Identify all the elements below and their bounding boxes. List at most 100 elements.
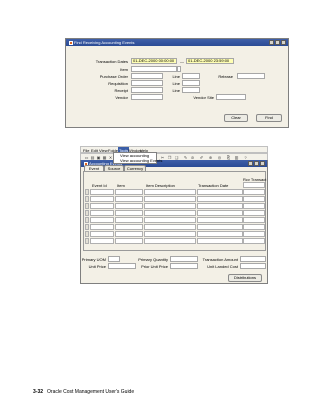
- item-field[interactable]: [131, 66, 177, 72]
- requisition-line-field[interactable]: [182, 80, 200, 86]
- transaction-date-from-field[interactable]: 01-DEC-2000 00:00:00: [131, 58, 177, 64]
- minimize-icon[interactable]: [248, 161, 253, 166]
- table-cell[interactable]: [90, 224, 114, 230]
- find-button[interactable]: Find: [256, 114, 282, 122]
- table-cell[interactable]: [115, 189, 143, 195]
- table-cell[interactable]: [115, 238, 143, 244]
- table-cell[interactable]: [197, 203, 243, 209]
- release-field[interactable]: [237, 73, 265, 79]
- vendor-label: Vendor: [115, 95, 128, 100]
- row-selector[interactable]: [85, 203, 89, 209]
- unit-landed-cost-field[interactable]: [240, 263, 266, 269]
- table-cell[interactable]: [144, 217, 196, 223]
- menu-view-accounting-events[interactable]: View accounting Events: [120, 158, 162, 163]
- table-cell[interactable]: [115, 203, 143, 209]
- row-selector[interactable]: [85, 231, 89, 237]
- po-line-field[interactable]: [182, 73, 200, 79]
- purchase-order-field[interactable]: [131, 73, 163, 79]
- window-titlebar[interactable]: Find Receiving Accounting Events: [66, 39, 288, 46]
- table-cell[interactable]: [115, 231, 143, 237]
- table-cell[interactable]: [144, 238, 196, 244]
- table-cell[interactable]: [90, 203, 114, 209]
- requisition-line-label: Line: [172, 81, 180, 86]
- minimize-icon[interactable]: [269, 40, 274, 45]
- table-cell[interactable]: [115, 210, 143, 216]
- table-cell[interactable]: [144, 203, 196, 209]
- table-cell[interactable]: [243, 196, 265, 202]
- table-cell[interactable]: [243, 224, 265, 230]
- table-cell[interactable]: [90, 189, 114, 195]
- receipt-label: Receipt: [114, 88, 128, 93]
- maximize-icon[interactable]: [275, 40, 280, 45]
- item-field-ext[interactable]: [177, 66, 181, 72]
- close-icon[interactable]: [281, 40, 286, 45]
- row-selector[interactable]: [85, 217, 89, 223]
- table-cell[interactable]: [243, 231, 265, 237]
- table-cell[interactable]: [197, 224, 243, 230]
- row-selector[interactable]: [85, 196, 89, 202]
- transaction-dates-label: Transaction Dates: [95, 59, 128, 64]
- close-icon[interactable]: [260, 161, 265, 166]
- table-cell[interactable]: [144, 224, 196, 230]
- transaction-amount-field[interactable]: [240, 256, 266, 262]
- table-cell[interactable]: [144, 210, 196, 216]
- table-cell[interactable]: [197, 210, 243, 216]
- row-selector[interactable]: [85, 189, 89, 195]
- table-cell[interactable]: [197, 217, 243, 223]
- prior-unit-price-field[interactable]: [170, 263, 198, 269]
- table-cell[interactable]: [115, 196, 143, 202]
- primary-uom-field[interactable]: [108, 256, 120, 262]
- table-cell[interactable]: [243, 203, 265, 209]
- window2-controls: [248, 161, 265, 166]
- unit-price-field[interactable]: [108, 263, 136, 269]
- menu-bar: File Edit View Folder Tools Window Help: [80, 146, 268, 154]
- unit-price-label: Unit Price: [88, 264, 106, 269]
- table-cell[interactable]: [144, 189, 196, 195]
- vendor-field[interactable]: [131, 94, 163, 100]
- table-cell[interactable]: [115, 217, 143, 223]
- window-title: Find Receiving Accounting Events: [74, 40, 135, 45]
- release-label: Release: [218, 74, 233, 79]
- table-cell[interactable]: [115, 224, 143, 230]
- vendor-site-field[interactable]: [216, 94, 246, 100]
- row-selector[interactable]: [85, 210, 89, 216]
- receipt-line-label: Line: [172, 88, 180, 93]
- col-header-item-description: Item Description: [146, 183, 175, 188]
- table-cell[interactable]: [90, 196, 114, 202]
- distributions-button[interactable]: Distributions: [228, 274, 262, 282]
- window-controls: [269, 40, 286, 45]
- receipt-field[interactable]: [131, 87, 163, 93]
- table-cell[interactable]: [243, 189, 265, 195]
- table-cell[interactable]: [243, 210, 265, 216]
- row-selector[interactable]: [85, 238, 89, 244]
- table-cell[interactable]: [197, 238, 243, 244]
- table-cell[interactable]: [243, 217, 265, 223]
- date-range-dash: —: [180, 59, 184, 64]
- requisition-label: Requisition: [108, 81, 128, 86]
- table-cell[interactable]: [144, 196, 196, 202]
- clear-button[interactable]: Clear: [224, 114, 248, 122]
- table-cell[interactable]: [90, 231, 114, 237]
- table-cell[interactable]: [144, 231, 196, 237]
- receipt-line-field[interactable]: [182, 87, 200, 93]
- po-line-label: Line: [172, 74, 180, 79]
- row-selector[interactable]: [85, 224, 89, 230]
- tools-dropdown-menu: View accounting View accounting Events: [113, 152, 162, 164]
- table-cell[interactable]: [90, 217, 114, 223]
- rcv-transact-field-top[interactable]: [243, 182, 265, 188]
- maximize-icon[interactable]: [254, 161, 259, 166]
- col-header-event-id: Event Id: [92, 183, 107, 188]
- requisition-field[interactable]: [131, 80, 163, 86]
- transaction-date-to-field[interactable]: 01-DEC-2000 23:59:00: [186, 58, 234, 64]
- col-header-transaction-date: Transaction Date: [198, 183, 229, 188]
- table-cell[interactable]: [197, 189, 243, 195]
- table-cell[interactable]: [197, 196, 243, 202]
- primary-quantity-label: Primary Quantity: [138, 257, 168, 262]
- col-header-item: Item: [117, 183, 125, 188]
- primary-quantity-field[interactable]: [170, 256, 198, 262]
- table-cell[interactable]: [90, 210, 114, 216]
- table-cell[interactable]: [243, 238, 265, 244]
- prior-unit-price-label: Prior Unit Price: [141, 264, 168, 269]
- table-cell[interactable]: [197, 231, 243, 237]
- table-cell[interactable]: [90, 238, 114, 244]
